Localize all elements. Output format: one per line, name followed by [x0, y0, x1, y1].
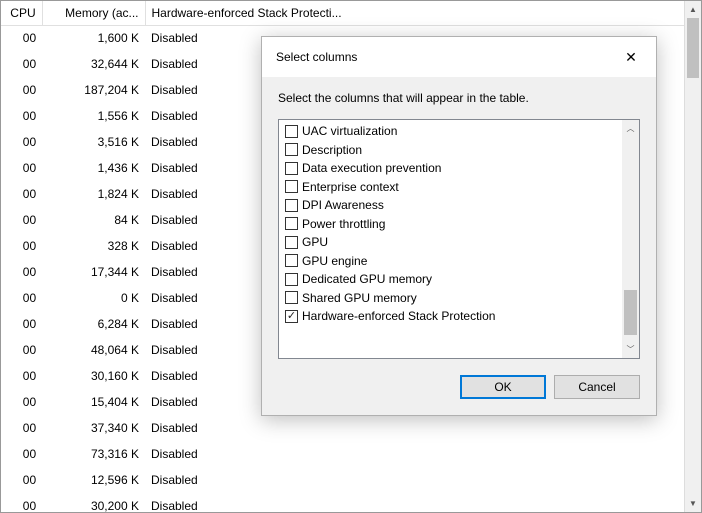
cell-cpu: 00: [1, 337, 42, 363]
dialog-title-text: Select columns: [276, 50, 357, 64]
listbox-scroll-up-icon[interactable]: ︿: [622, 120, 639, 137]
column-option-label: Data execution prevention: [302, 161, 441, 175]
cell-cpu: 00: [1, 467, 42, 493]
column-option[interactable]: GPU engine: [279, 252, 622, 271]
table-row[interactable]: 0073,316 KDisabled: [1, 441, 701, 467]
checkbox[interactable]: [285, 199, 298, 212]
cell-cpu: 00: [1, 155, 42, 181]
column-option-label: GPU engine: [302, 254, 367, 268]
cell-cpu: 00: [1, 493, 42, 512]
column-option[interactable]: UAC virtualization: [279, 122, 622, 141]
column-option-label: Power throttling: [302, 217, 385, 231]
cell-memory: 187,204 K: [42, 77, 145, 103]
cell-cpu: 00: [1, 103, 42, 129]
cell-cpu: 00: [1, 51, 42, 77]
ok-button[interactable]: OK: [460, 375, 546, 399]
table-row[interactable]: 0012,596 KDisabled: [1, 467, 701, 493]
dialog-titlebar[interactable]: Select columns ✕: [262, 37, 656, 77]
scroll-thumb[interactable]: [687, 18, 699, 78]
cell-cpu: 00: [1, 25, 42, 51]
dialog-instruction: Select the columns that will appear in t…: [278, 91, 640, 105]
cell-memory: 37,340 K: [42, 415, 145, 441]
checkbox[interactable]: [285, 180, 298, 193]
checkbox[interactable]: [285, 254, 298, 267]
table-scrollbar[interactable]: ▲ ▼: [684, 1, 701, 512]
cell-memory: 48,064 K: [42, 337, 145, 363]
cell-memory: 84 K: [42, 207, 145, 233]
column-option-label: Dedicated GPU memory: [302, 272, 432, 286]
cell-memory: 1,824 K: [42, 181, 145, 207]
cell-memory: 1,600 K: [42, 25, 145, 51]
column-option[interactable]: DPI Awareness: [279, 196, 622, 215]
column-header-cpu[interactable]: CPU: [1, 1, 42, 25]
column-option-label: Description: [302, 143, 362, 157]
table-row[interactable]: 0030,200 KDisabled: [1, 493, 701, 512]
cell-memory: 1,436 K: [42, 155, 145, 181]
cell-hw-stack: Disabled: [145, 467, 701, 493]
checkbox[interactable]: [285, 291, 298, 304]
listbox-scrollbar[interactable]: ︿ ﹀: [622, 120, 639, 358]
cell-hw-stack: Disabled: [145, 415, 701, 441]
cell-cpu: 00: [1, 259, 42, 285]
column-header-hw-stack[interactable]: Hardware-enforced Stack Protecti...: [145, 1, 701, 25]
columns-listbox: UAC virtualization Description Data execut…: [278, 119, 640, 359]
checkbox[interactable]: [285, 310, 298, 323]
checkbox[interactable]: [285, 125, 298, 138]
cell-memory: 30,200 K: [42, 493, 145, 512]
checkbox[interactable]: [285, 217, 298, 230]
checkbox[interactable]: [285, 273, 298, 286]
column-option-label: GPU: [302, 235, 328, 249]
cancel-button[interactable]: Cancel: [554, 375, 640, 399]
cell-cpu: 00: [1, 389, 42, 415]
column-option-label: Enterprise context: [302, 180, 399, 194]
cell-cpu: 00: [1, 77, 42, 103]
cell-cpu: 00: [1, 285, 42, 311]
cell-hw-stack: Disabled: [145, 493, 701, 512]
column-option[interactable]: Enterprise context: [279, 178, 622, 197]
cell-memory: 328 K: [42, 233, 145, 259]
cell-memory: 12,596 K: [42, 467, 145, 493]
column-option[interactable]: Description: [279, 141, 622, 160]
cell-cpu: 00: [1, 311, 42, 337]
listbox-scroll-thumb[interactable]: [624, 290, 637, 335]
table-row[interactable]: 0037,340 KDisabled: [1, 415, 701, 441]
column-option[interactable]: GPU: [279, 233, 622, 252]
cell-cpu: 00: [1, 363, 42, 389]
scroll-up-icon[interactable]: ▲: [685, 1, 701, 18]
checkbox[interactable]: [285, 143, 298, 156]
column-option-label: UAC virtualization: [302, 124, 397, 138]
scroll-down-icon[interactable]: ▼: [685, 495, 701, 512]
cell-cpu: 00: [1, 233, 42, 259]
column-option[interactable]: Shared GPU memory: [279, 289, 622, 308]
select-columns-dialog: Select columns ✕ Select the columns that…: [261, 36, 657, 416]
cell-cpu: 00: [1, 181, 42, 207]
cell-cpu: 00: [1, 207, 42, 233]
column-option[interactable]: Hardware-enforced Stack Protection: [279, 307, 622, 326]
cell-memory: 0 K: [42, 285, 145, 311]
cell-memory: 32,644 K: [42, 51, 145, 77]
close-icon[interactable]: ✕: [618, 47, 644, 67]
checkbox[interactable]: [285, 162, 298, 175]
cell-memory: 30,160 K: [42, 363, 145, 389]
cell-memory: 1,556 K: [42, 103, 145, 129]
cell-cpu: 00: [1, 415, 42, 441]
column-option-label: Hardware-enforced Stack Protection: [302, 309, 495, 323]
column-option-label: Shared GPU memory: [302, 291, 417, 305]
cell-memory: 17,344 K: [42, 259, 145, 285]
cell-memory: 73,316 K: [42, 441, 145, 467]
cell-memory: 6,284 K: [42, 311, 145, 337]
cell-cpu: 00: [1, 129, 42, 155]
cell-hw-stack: Disabled: [145, 441, 701, 467]
cell-memory: 15,404 K: [42, 389, 145, 415]
column-option-label: DPI Awareness: [302, 198, 384, 212]
checkbox[interactable]: [285, 236, 298, 249]
column-option[interactable]: Data execution prevention: [279, 159, 622, 178]
cell-cpu: 00: [1, 441, 42, 467]
column-option[interactable]: Dedicated GPU memory: [279, 270, 622, 289]
column-option[interactable]: Power throttling: [279, 215, 622, 234]
listbox-scroll-down-icon[interactable]: ﹀: [622, 341, 639, 358]
column-header-memory[interactable]: Memory (ac...: [42, 1, 145, 25]
cell-memory: 3,516 K: [42, 129, 145, 155]
